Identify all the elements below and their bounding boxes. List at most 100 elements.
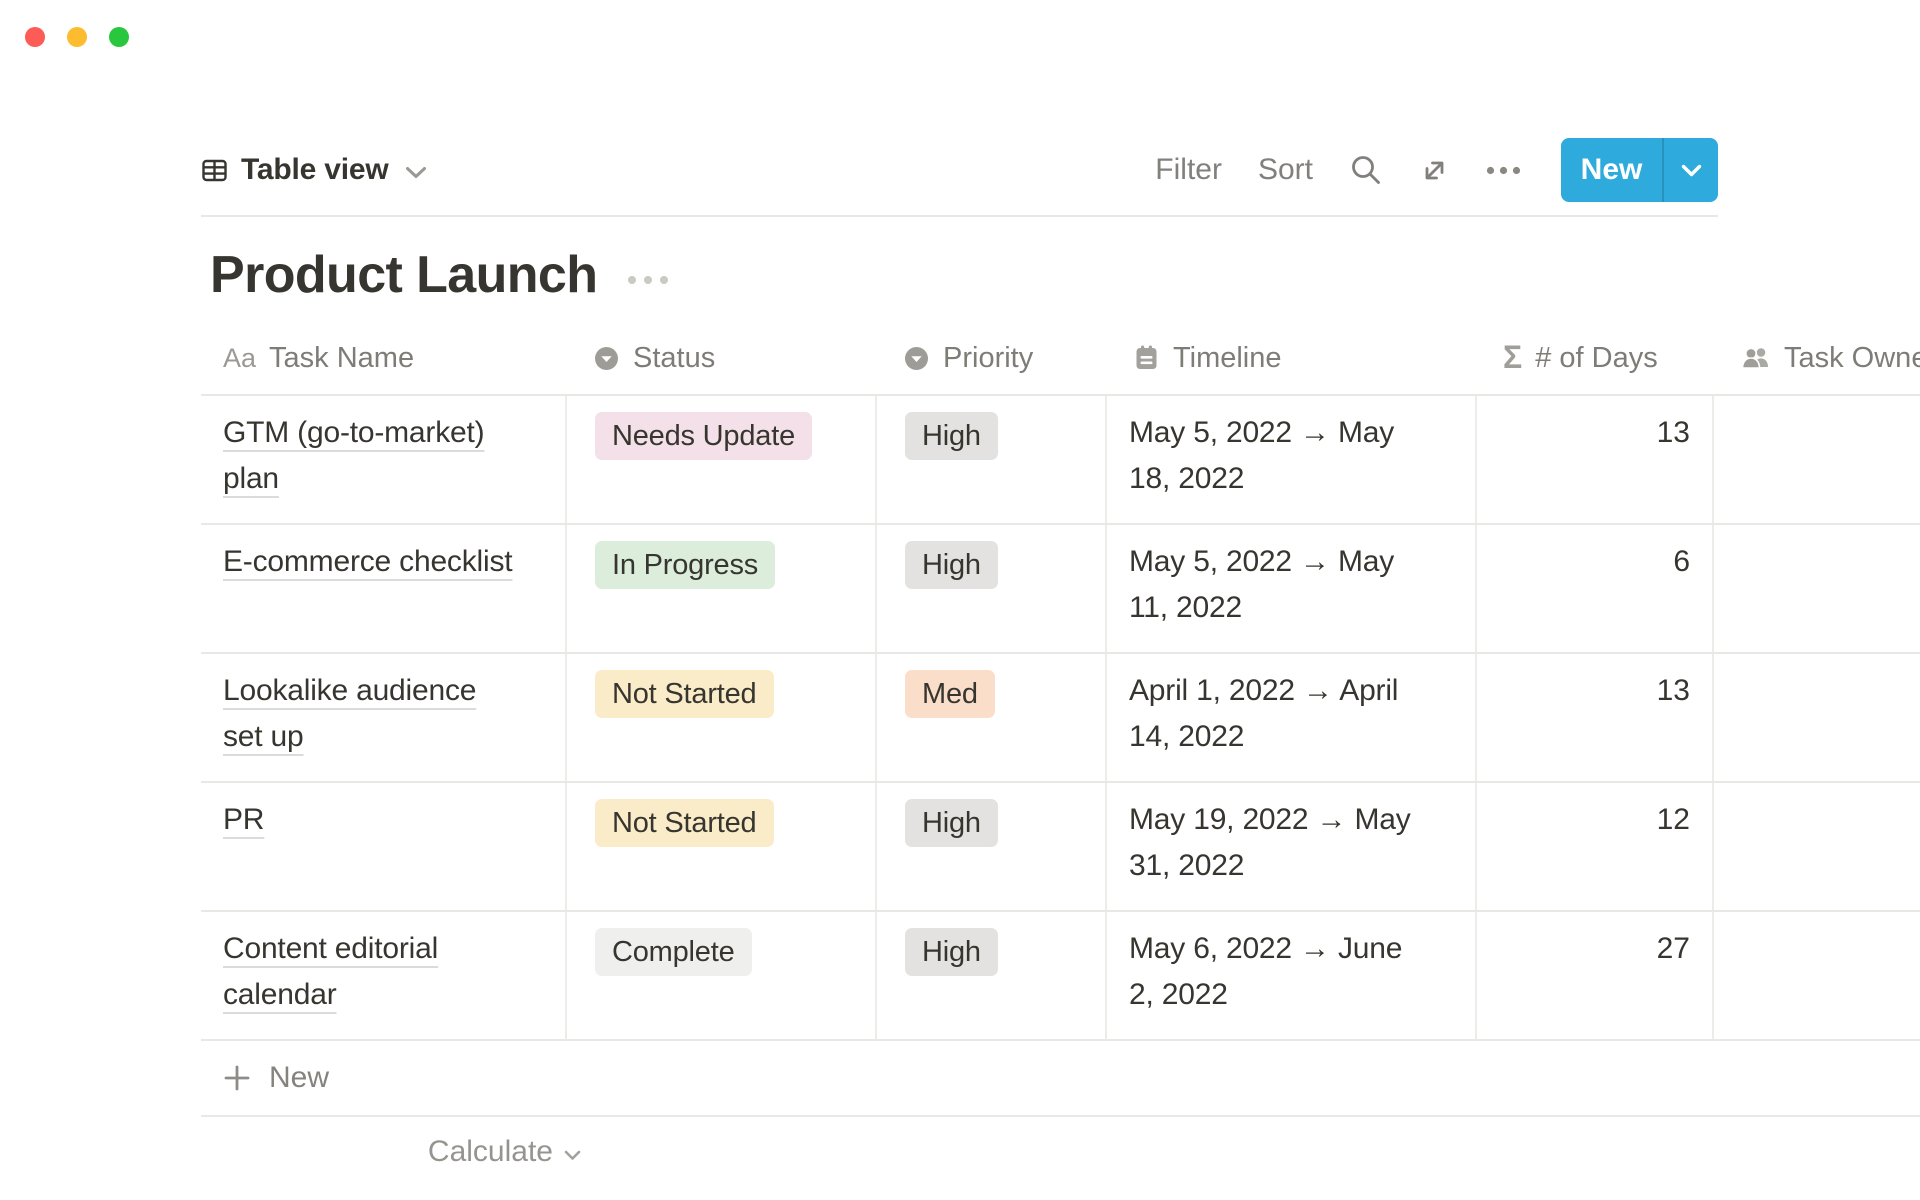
task-name-link[interactable]: Lookalike audience set up — [223, 668, 515, 760]
timeline-cell[interactable]: May 6, 2022 → June 2, 2022 — [1105, 912, 1475, 1039]
chevron-down-icon — [405, 166, 427, 179]
sigma-icon: Σ — [1503, 341, 1522, 376]
column-header-status[interactable]: Status — [565, 342, 875, 375]
filter-button[interactable]: Filter — [1155, 153, 1222, 187]
priority-cell[interactable]: High — [875, 525, 1105, 652]
table-row: E-commerce checklist In Progress High May 5… — [201, 525, 1920, 654]
add-row-button[interactable]: New — [201, 1041, 1920, 1117]
column-header-label: Task Owner — [1784, 342, 1920, 375]
days-cell[interactable]: 12 — [1475, 783, 1712, 910]
timeline-cell[interactable]: May 5, 2022 → May 11, 2022 — [1105, 525, 1475, 652]
table-header-row: Aa Task Name Status Priority Timeline Σ # of D… — [201, 322, 1920, 396]
column-header-label: Status — [633, 342, 715, 375]
toolbar: Table view Filter Sort — [201, 138, 1718, 202]
table-row: Content editorial calendar Complete High Ma… — [201, 912, 1920, 1041]
title-ellipsis-icon[interactable] — [627, 275, 669, 285]
column-header-label: Priority — [943, 342, 1033, 375]
column-header-label: # of Days — [1535, 342, 1658, 375]
status-cell[interactable]: Not Started — [565, 783, 875, 910]
calculate-label: Calculate — [428, 1135, 553, 1169]
task-name-cell[interactable]: GTM (go-to-market) plan — [201, 396, 565, 523]
timeline-cell[interactable]: May 19, 2022 → May 31, 2022 — [1105, 783, 1475, 910]
new-button-group: New — [1561, 138, 1718, 202]
timeline-value: April 1, 2022 → April 14, 2022 — [1129, 668, 1421, 760]
priority-badge: Med — [905, 670, 995, 718]
priority-cell[interactable]: Med — [875, 654, 1105, 781]
view-switcher[interactable]: Table view — [201, 153, 427, 187]
table-row: GTM (go-to-market) plan Needs Update High M… — [201, 396, 1920, 525]
timeline-value: May 19, 2022 → May 31, 2022 — [1129, 797, 1421, 889]
column-header--of-days[interactable]: Σ # of Days — [1475, 341, 1712, 376]
days-cell[interactable]: 6 — [1475, 525, 1712, 652]
status-cell[interactable]: Not Started — [565, 654, 875, 781]
sort-button[interactable]: Sort — [1258, 153, 1313, 187]
priority-badge: High — [905, 928, 998, 976]
column-header-priority[interactable]: Priority — [875, 342, 1105, 375]
status-badge: Complete — [595, 928, 752, 976]
view-name-label: Table view — [241, 153, 389, 187]
priority-badge: High — [905, 412, 998, 460]
timeline-value: May 5, 2022 → May 18, 2022 — [1129, 410, 1421, 502]
calculate-button[interactable]: Calculate — [201, 1128, 581, 1176]
new-button[interactable]: New — [1561, 138, 1662, 202]
close-window-button[interactable] — [25, 27, 45, 47]
column-header-task-name[interactable]: Aa Task Name — [201, 342, 565, 375]
column-header-timeline[interactable]: Timeline — [1105, 342, 1475, 375]
days-cell[interactable]: 13 — [1475, 654, 1712, 781]
timeline-cell[interactable]: April 1, 2022 → April 14, 2022 — [1105, 654, 1475, 781]
search-icon[interactable] — [1349, 153, 1383, 187]
task-name-link[interactable]: GTM (go-to-market) plan — [223, 410, 515, 502]
task-name-link[interactable]: PR — [223, 797, 264, 843]
task-owner-cell[interactable] — [1712, 912, 1920, 1039]
add-row-label: New — [269, 1061, 329, 1095]
chevron-down-icon — [564, 1150, 581, 1161]
column-header-label: Task Name — [269, 342, 414, 375]
table-row: Lookalike audience set up Not Started Med A… — [201, 654, 1920, 783]
minimize-window-button[interactable] — [67, 27, 87, 47]
task-name-cell[interactable]: E-commerce checklist — [201, 525, 565, 652]
timeline-cell[interactable]: May 5, 2022 → May 18, 2022 — [1105, 396, 1475, 523]
select-icon — [593, 345, 620, 372]
toolbar-divider — [201, 215, 1718, 217]
task-owner-cell[interactable] — [1712, 396, 1920, 523]
priority-badge: High — [905, 541, 998, 589]
priority-cell[interactable]: High — [875, 783, 1105, 910]
select-icon — [903, 345, 930, 372]
database-table: Aa Task Name Status Priority Timeline Σ # of D… — [201, 322, 1920, 1041]
status-cell[interactable]: Needs Update — [565, 396, 875, 523]
priority-cell[interactable]: High — [875, 396, 1105, 523]
task-name-cell[interactable]: Content editorial calendar — [201, 912, 565, 1039]
zoom-window-button[interactable] — [109, 27, 129, 47]
date-icon — [1133, 344, 1160, 372]
status-badge: Needs Update — [595, 412, 812, 460]
task-name-cell[interactable]: Lookalike audience set up — [201, 654, 565, 781]
status-badge: Not Started — [595, 670, 774, 718]
page-title[interactable]: Product Launch — [210, 244, 597, 306]
status-cell[interactable]: In Progress — [565, 525, 875, 652]
column-header-task-owner[interactable]: Task Owner — [1712, 342, 1920, 375]
status-badge: Not Started — [595, 799, 774, 847]
task-owner-cell[interactable] — [1712, 525, 1920, 652]
status-badge: In Progress — [595, 541, 775, 589]
days-cell[interactable]: 13 — [1475, 396, 1712, 523]
new-button-dropdown[interactable] — [1664, 138, 1718, 202]
expand-icon[interactable] — [1419, 155, 1450, 186]
task-name-link[interactable]: E-commerce checklist — [223, 539, 512, 585]
text-icon: Aa — [223, 342, 256, 375]
people-icon — [1740, 344, 1771, 372]
status-cell[interactable]: Complete — [565, 912, 875, 1039]
task-name-link[interactable]: Content editorial calendar — [223, 926, 515, 1018]
days-cell[interactable]: 27 — [1475, 912, 1712, 1039]
chevron-down-icon — [1681, 164, 1702, 177]
title-row: Product Launch — [210, 244, 669, 306]
plus-icon — [222, 1063, 252, 1093]
timeline-value: May 5, 2022 → May 11, 2022 — [1129, 539, 1421, 631]
toolbar-actions: Filter Sort New — [1155, 138, 1718, 202]
task-name-cell[interactable]: PR — [201, 783, 565, 910]
table-body: GTM (go-to-market) planNeeds UpdateHighM… — [201, 396, 1920, 1041]
task-owner-cell[interactable] — [1712, 783, 1920, 910]
priority-cell[interactable]: High — [875, 912, 1105, 1039]
ellipsis-icon[interactable] — [1486, 166, 1521, 175]
task-owner-cell[interactable] — [1712, 654, 1920, 781]
column-header-label: Timeline — [1173, 342, 1282, 375]
